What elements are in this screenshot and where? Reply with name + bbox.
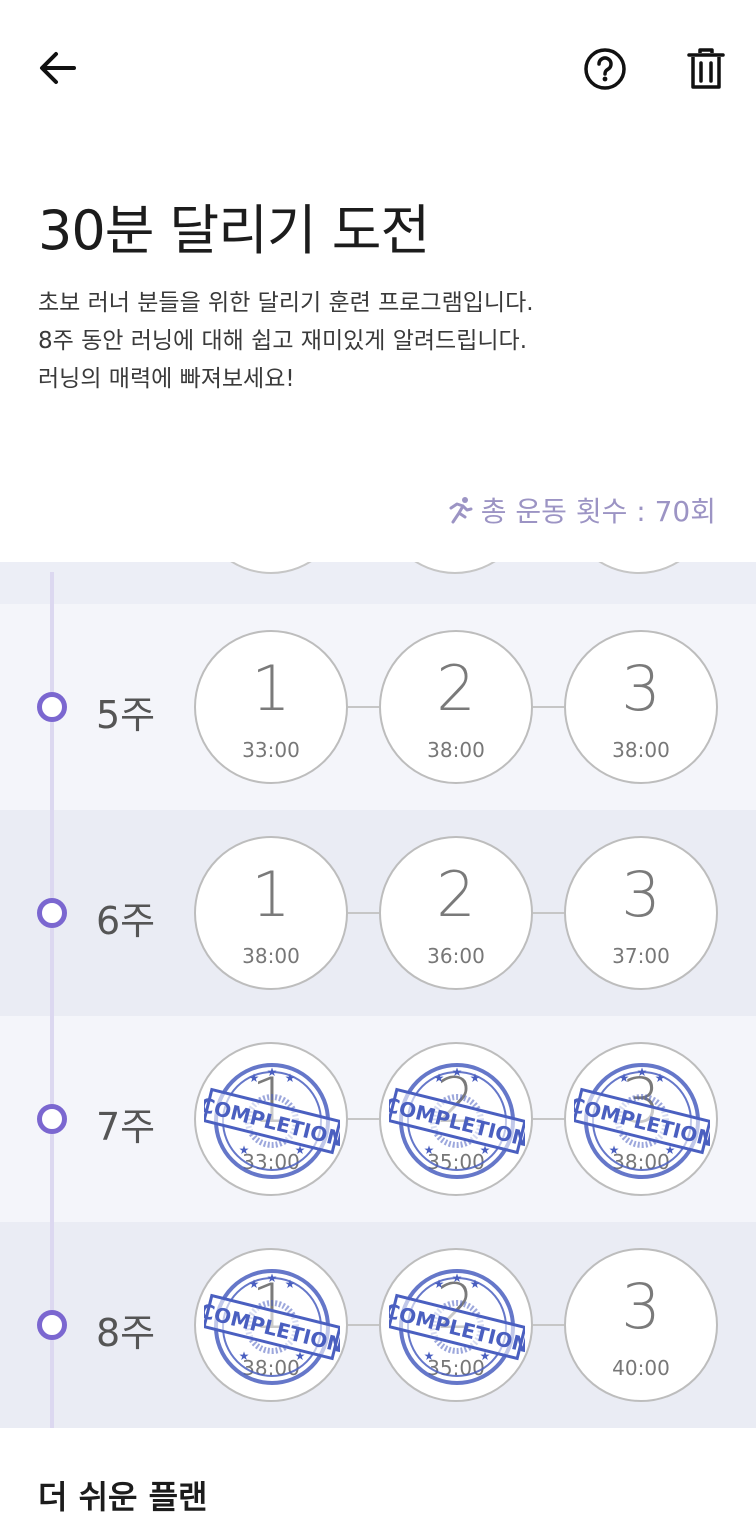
timeline-dot xyxy=(37,1310,67,1340)
description-line: 러닝의 매력에 빠져보세요! xyxy=(38,366,295,392)
program-title: 30분 달리기 도전 xyxy=(38,199,430,262)
session-duration: 33:00 xyxy=(242,738,300,762)
session-connector xyxy=(533,1118,564,1120)
session-duration: 40:00 xyxy=(612,1356,670,1380)
session-connector xyxy=(348,912,379,914)
week-row-partial xyxy=(0,562,756,604)
session-number: 3 xyxy=(621,1270,661,1343)
session-circle[interactable]: 2 35:00 COMPLETION ★ ★ ★ ★ ★ xyxy=(379,1248,533,1402)
session-circle[interactable]: 3 38:00 COMPLETION ★ ★ ★ ★ ★ xyxy=(564,1042,718,1196)
session-circle[interactable]: 1 38:00 xyxy=(194,836,348,990)
week-row: 6주 1 38:00 2 36:00 3 37:00 xyxy=(0,810,756,1016)
session-circle[interactable]: 3 40:00 xyxy=(564,1248,718,1402)
session-circle[interactable]: 1 33:00 COMPLETION ★ ★ ★ ★ ★ xyxy=(194,1042,348,1196)
session-connector xyxy=(348,1118,379,1120)
session-number: 3 xyxy=(621,858,661,931)
session-number: 1 xyxy=(251,1064,291,1137)
week-label: 5주 xyxy=(96,693,156,737)
session-duration: 38:00 xyxy=(242,1356,300,1380)
timeline-dot xyxy=(37,692,67,722)
session-circle[interactable]: 1 38:00 COMPLETION ★ ★ ★ ★ ★ xyxy=(194,1248,348,1402)
session-number: 2 xyxy=(436,858,476,931)
session-number: 3 xyxy=(621,1064,661,1137)
session-duration: 38:00 xyxy=(612,738,670,762)
session-duration: 38:00 xyxy=(427,738,485,762)
session-circle[interactable]: 2 36:00 xyxy=(379,836,533,990)
session-connector xyxy=(533,1324,564,1326)
session-circle-partial xyxy=(564,562,714,574)
delete-button[interactable] xyxy=(680,42,732,96)
help-button[interactable] xyxy=(578,42,632,96)
session-circle-partial xyxy=(196,562,346,574)
session-number: 2 xyxy=(436,1270,476,1343)
session-number: 2 xyxy=(436,652,476,725)
total-workouts-label: 총 운동 횟수 : 70회 xyxy=(480,495,716,528)
session-circle[interactable]: 2 35:00 COMPLETION ★ ★ ★ ★ ★ xyxy=(379,1042,533,1196)
session-circle[interactable]: 2 38:00 xyxy=(379,630,533,784)
week-row: 7주 1 33:00 COMPLETION ★ ★ ★ ★ ★ 2 35:00 COMPLETION ★… xyxy=(0,1016,756,1222)
week-schedule-list[interactable]: 5주 1 33:00 2 38:00 3 38:00 6주 1 38:00 2 36:00 3 37:00… xyxy=(0,562,756,1428)
session-duration: 35:00 xyxy=(427,1150,485,1174)
program-description: 초보 러너 분들을 위한 달리기 훈련 프로그램입니다. 8주 동안 러닝에 대… xyxy=(38,284,718,398)
session-number: 1 xyxy=(251,858,291,931)
session-duration: 38:00 xyxy=(612,1150,670,1174)
top-bar xyxy=(0,0,756,140)
week-label: 7주 xyxy=(96,1105,156,1149)
running-person-icon xyxy=(449,497,473,524)
session-number: 2 xyxy=(436,1064,476,1137)
session-circle[interactable]: 1 33:00 xyxy=(194,630,348,784)
session-number: 1 xyxy=(251,1270,291,1343)
easier-plan-title: 더 쉬운 플랜 xyxy=(38,1478,208,1516)
arrow-left-icon xyxy=(40,52,76,84)
week-row: 5주 1 33:00 2 38:00 3 38:00 xyxy=(0,604,756,810)
timeline-dot xyxy=(37,1104,67,1134)
week-label: 6주 xyxy=(96,899,156,943)
session-duration: 37:00 xyxy=(612,944,670,968)
question-circle-icon xyxy=(584,48,626,90)
session-connector xyxy=(533,912,564,914)
description-line: 초보 러너 분들을 위한 달리기 훈련 프로그램입니다. xyxy=(38,290,534,316)
total-workouts: 총 운동 횟수 : 70회 xyxy=(445,490,716,530)
trash-icon xyxy=(687,48,725,89)
session-duration: 36:00 xyxy=(427,944,485,968)
description-line: 8주 동안 러닝에 대해 쉽고 재미있게 알려드립니다. xyxy=(38,328,528,354)
week-label: 8주 xyxy=(96,1311,156,1355)
session-duration: 38:00 xyxy=(242,944,300,968)
session-circle-partial xyxy=(380,562,530,574)
session-connector xyxy=(533,706,564,708)
session-number: 1 xyxy=(251,652,291,725)
session-circle[interactable]: 3 38:00 xyxy=(564,630,718,784)
session-duration: 33:00 xyxy=(242,1150,300,1174)
session-number: 3 xyxy=(621,652,661,725)
week-row: 8주 1 38:00 COMPLETION ★ ★ ★ ★ ★ 2 35:00 COMPLETION ★… xyxy=(0,1222,756,1428)
back-button[interactable] xyxy=(30,44,86,92)
session-duration: 35:00 xyxy=(427,1356,485,1380)
timeline-dot xyxy=(37,898,67,928)
session-connector xyxy=(348,1324,379,1326)
session-connector xyxy=(348,706,379,708)
session-circle[interactable]: 3 37:00 xyxy=(564,836,718,990)
